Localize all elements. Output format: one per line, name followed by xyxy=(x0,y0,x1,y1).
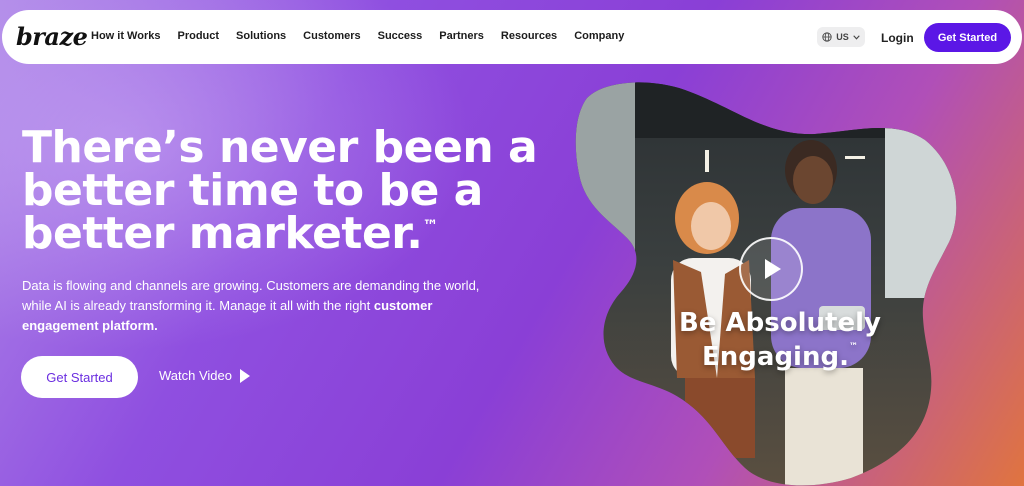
get-started-nav-button[interactable]: Get Started xyxy=(924,23,1011,52)
nav-item-product[interactable]: Product xyxy=(177,30,219,42)
nav-item-resources[interactable]: Resources xyxy=(501,30,557,42)
region-selector[interactable]: US xyxy=(817,27,865,47)
headline-line-3-text: better marketer. xyxy=(22,208,423,259)
nav-item-partners[interactable]: Partners xyxy=(439,30,484,42)
top-navigation: braze How it Works Product Solutions Cus… xyxy=(2,10,1022,64)
login-link[interactable]: Login xyxy=(881,31,914,45)
headline-line-1: There’s never been a xyxy=(22,122,538,173)
nav-item-customers[interactable]: Customers xyxy=(303,30,360,42)
play-icon xyxy=(240,368,250,383)
headline-line-2: better time to be a xyxy=(22,165,483,216)
play-icon xyxy=(765,259,781,279)
overlay-line-2-text: Engaging. xyxy=(702,342,849,372)
nav-item-solutions[interactable]: Solutions xyxy=(236,30,286,42)
chevron-down-icon xyxy=(853,34,860,40)
braze-logo[interactable]: braze xyxy=(16,22,88,51)
overlay-trademark: ™ xyxy=(848,342,858,352)
get-started-hero-button[interactable]: Get Started xyxy=(21,356,138,398)
nav-item-how-it-works[interactable]: How it Works xyxy=(91,30,160,42)
hero-headline: There’s never been a better time to be a… xyxy=(22,122,542,256)
headline-line-3: better marketer.™ xyxy=(22,212,542,256)
video-play-button[interactable] xyxy=(739,237,803,301)
hero-subtext: Data is flowing and channels are growing… xyxy=(22,276,492,336)
overlay-line-2: Engaging.™ xyxy=(660,340,900,374)
main-menu: How it Works Product Solutions Customers… xyxy=(91,30,641,42)
region-label: US xyxy=(836,32,849,42)
nav-item-success[interactable]: Success xyxy=(378,30,423,42)
video-overlay-text: Be Absolutely Engaging.™ xyxy=(660,306,900,374)
watch-video-button[interactable]: Watch Video xyxy=(159,368,250,383)
globe-icon xyxy=(822,32,832,42)
overlay-line-1: Be Absolutely xyxy=(679,308,881,338)
watch-video-label: Watch Video xyxy=(159,368,232,383)
trademark-symbol: ™ xyxy=(422,216,438,235)
nav-item-company[interactable]: Company xyxy=(574,30,624,42)
